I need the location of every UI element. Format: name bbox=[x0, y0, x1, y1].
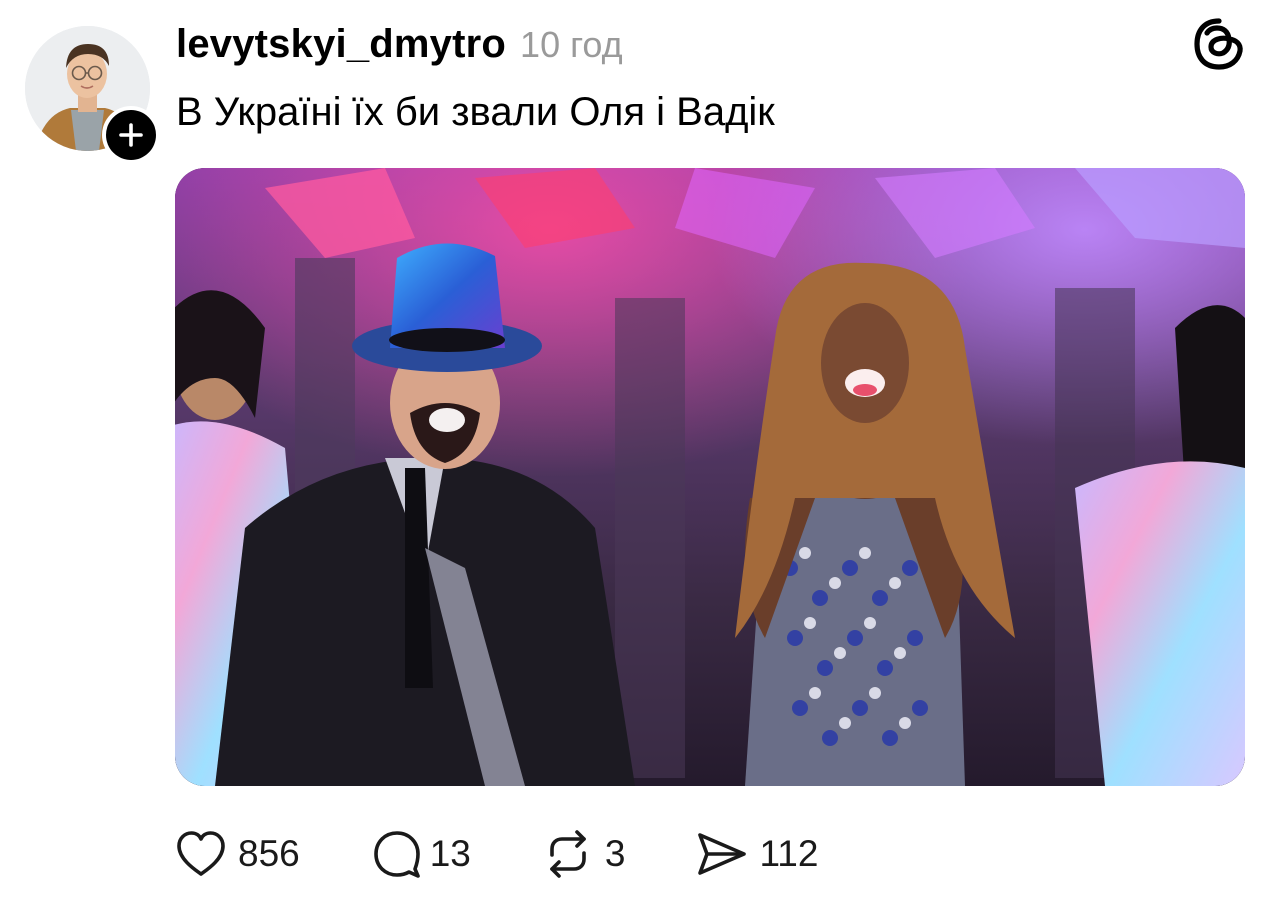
like-count: 856 bbox=[238, 833, 300, 874]
performers-on-stage-photo bbox=[175, 168, 1245, 786]
send-icon bbox=[695, 827, 749, 881]
post-header: levytskyi_dmytro 10 год bbox=[176, 22, 623, 67]
like-button[interactable]: 856 bbox=[174, 827, 300, 881]
comment-count: 13 bbox=[429, 833, 471, 874]
share-button[interactable]: 112 bbox=[695, 827, 818, 881]
comment-button[interactable]: 13 bbox=[370, 827, 471, 881]
threads-logo-icon bbox=[1192, 17, 1246, 71]
post-media[interactable] bbox=[175, 168, 1245, 786]
post-caption: В Україні їх би звали Оля і Вадік bbox=[176, 90, 775, 134]
follow-button[interactable] bbox=[102, 106, 160, 164]
thread-post: levytskyi_dmytro 10 год В Україні їх би … bbox=[0, 0, 1280, 918]
share-count: 112 bbox=[759, 833, 819, 874]
repost-button[interactable]: 3 bbox=[541, 827, 626, 881]
post-actions: 856 13 3 112 bbox=[174, 826, 888, 882]
heart-icon bbox=[174, 827, 228, 881]
author-username[interactable]: levytskyi_dmytro bbox=[176, 22, 506, 67]
follow-button-circle bbox=[106, 110, 156, 160]
repost-count: 3 bbox=[604, 833, 626, 874]
comment-bubble-icon bbox=[370, 827, 424, 881]
repost-icon bbox=[541, 827, 595, 881]
post-timestamp: 10 год bbox=[520, 24, 623, 65]
plus-icon bbox=[119, 123, 143, 147]
